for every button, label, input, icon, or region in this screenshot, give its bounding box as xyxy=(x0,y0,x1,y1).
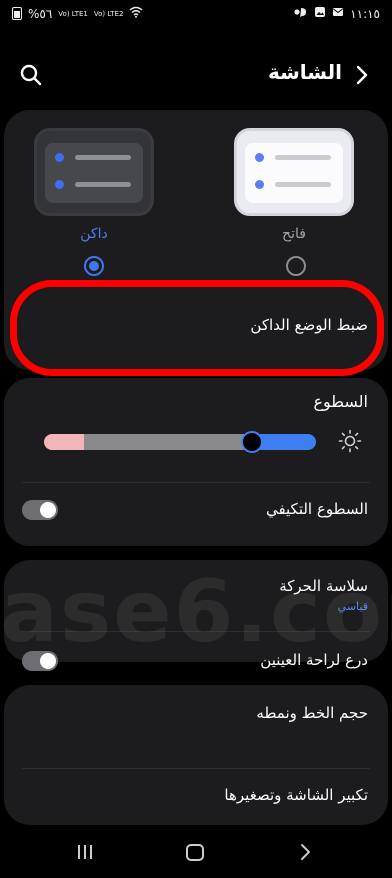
nav-back-button[interactable] xyxy=(298,843,312,861)
brightness-slider[interactable] xyxy=(44,434,316,450)
nav-back-icon xyxy=(301,844,310,860)
watermark-text: ase6.com xyxy=(0,562,392,662)
recents-icon xyxy=(78,845,92,859)
preview-dot xyxy=(255,153,264,162)
status-right: ١١:١٥ xyxy=(294,6,380,21)
preview-line xyxy=(75,155,131,160)
font-size-style-item[interactable]: حجم الخط ونمطه xyxy=(256,704,368,722)
preview-dot xyxy=(255,180,264,189)
dark-theme-preview[interactable] xyxy=(34,128,154,216)
light-theme-preview[interactable] xyxy=(234,128,354,216)
brightness-slider-thumb[interactable] xyxy=(241,431,263,453)
mail-icon xyxy=(332,6,344,21)
status-time: ١١:١٥ xyxy=(350,6,380,21)
preview-dot xyxy=(55,153,64,162)
slider-segment-mid xyxy=(84,434,252,450)
sun-icon xyxy=(338,429,362,453)
status-left: %٥٦ Vo) LTE1 Vo) LTE2 xyxy=(12,6,143,21)
preview-line xyxy=(75,182,131,187)
status-bar: %٥٦ Vo) LTE1 Vo) LTE2 ١١:١٥ xyxy=(0,0,392,30)
battery-percent: %٥٦ xyxy=(28,6,53,21)
search-button[interactable] xyxy=(18,62,44,88)
preview-line xyxy=(275,182,331,187)
image-icon xyxy=(314,6,326,21)
brightness-label: السطوع xyxy=(313,392,368,411)
signal-2: Vo) LTE2 xyxy=(93,9,124,18)
slider-segment-low xyxy=(44,434,84,450)
dark-theme-label: داكن xyxy=(80,226,108,242)
toggle-knob xyxy=(40,502,56,518)
divider xyxy=(22,482,370,483)
adaptive-brightness-toggle[interactable] xyxy=(22,500,58,520)
divider xyxy=(22,768,370,769)
dark-theme-radio[interactable] xyxy=(84,256,104,276)
screen-zoom-item[interactable]: تكبير الشاشة وتصغيرها xyxy=(224,786,368,804)
navigation-bar xyxy=(0,835,392,878)
battery-icon xyxy=(12,7,22,20)
light-theme-label: فاتح xyxy=(282,226,306,242)
back-button[interactable] xyxy=(352,62,372,88)
app-bar: الشاشة xyxy=(0,50,392,100)
home-button[interactable] xyxy=(186,844,204,861)
search-icon xyxy=(20,64,42,86)
light-preview-panel xyxy=(245,143,343,203)
dark-preview-panel xyxy=(45,143,143,203)
recents-button[interactable] xyxy=(76,843,94,861)
light-theme-radio[interactable] xyxy=(286,256,306,276)
red-highlight-outline xyxy=(10,280,384,376)
page-title: الشاشة xyxy=(267,60,342,84)
adaptive-brightness-label: السطوع التكيفي xyxy=(265,500,368,518)
wifi-icon xyxy=(129,6,143,21)
preview-line xyxy=(275,155,331,160)
preview-dot xyxy=(55,180,64,189)
chevron-right-icon xyxy=(356,65,368,85)
signal-1: Vo) LTE1 xyxy=(58,9,88,18)
notification-icon xyxy=(294,6,308,21)
